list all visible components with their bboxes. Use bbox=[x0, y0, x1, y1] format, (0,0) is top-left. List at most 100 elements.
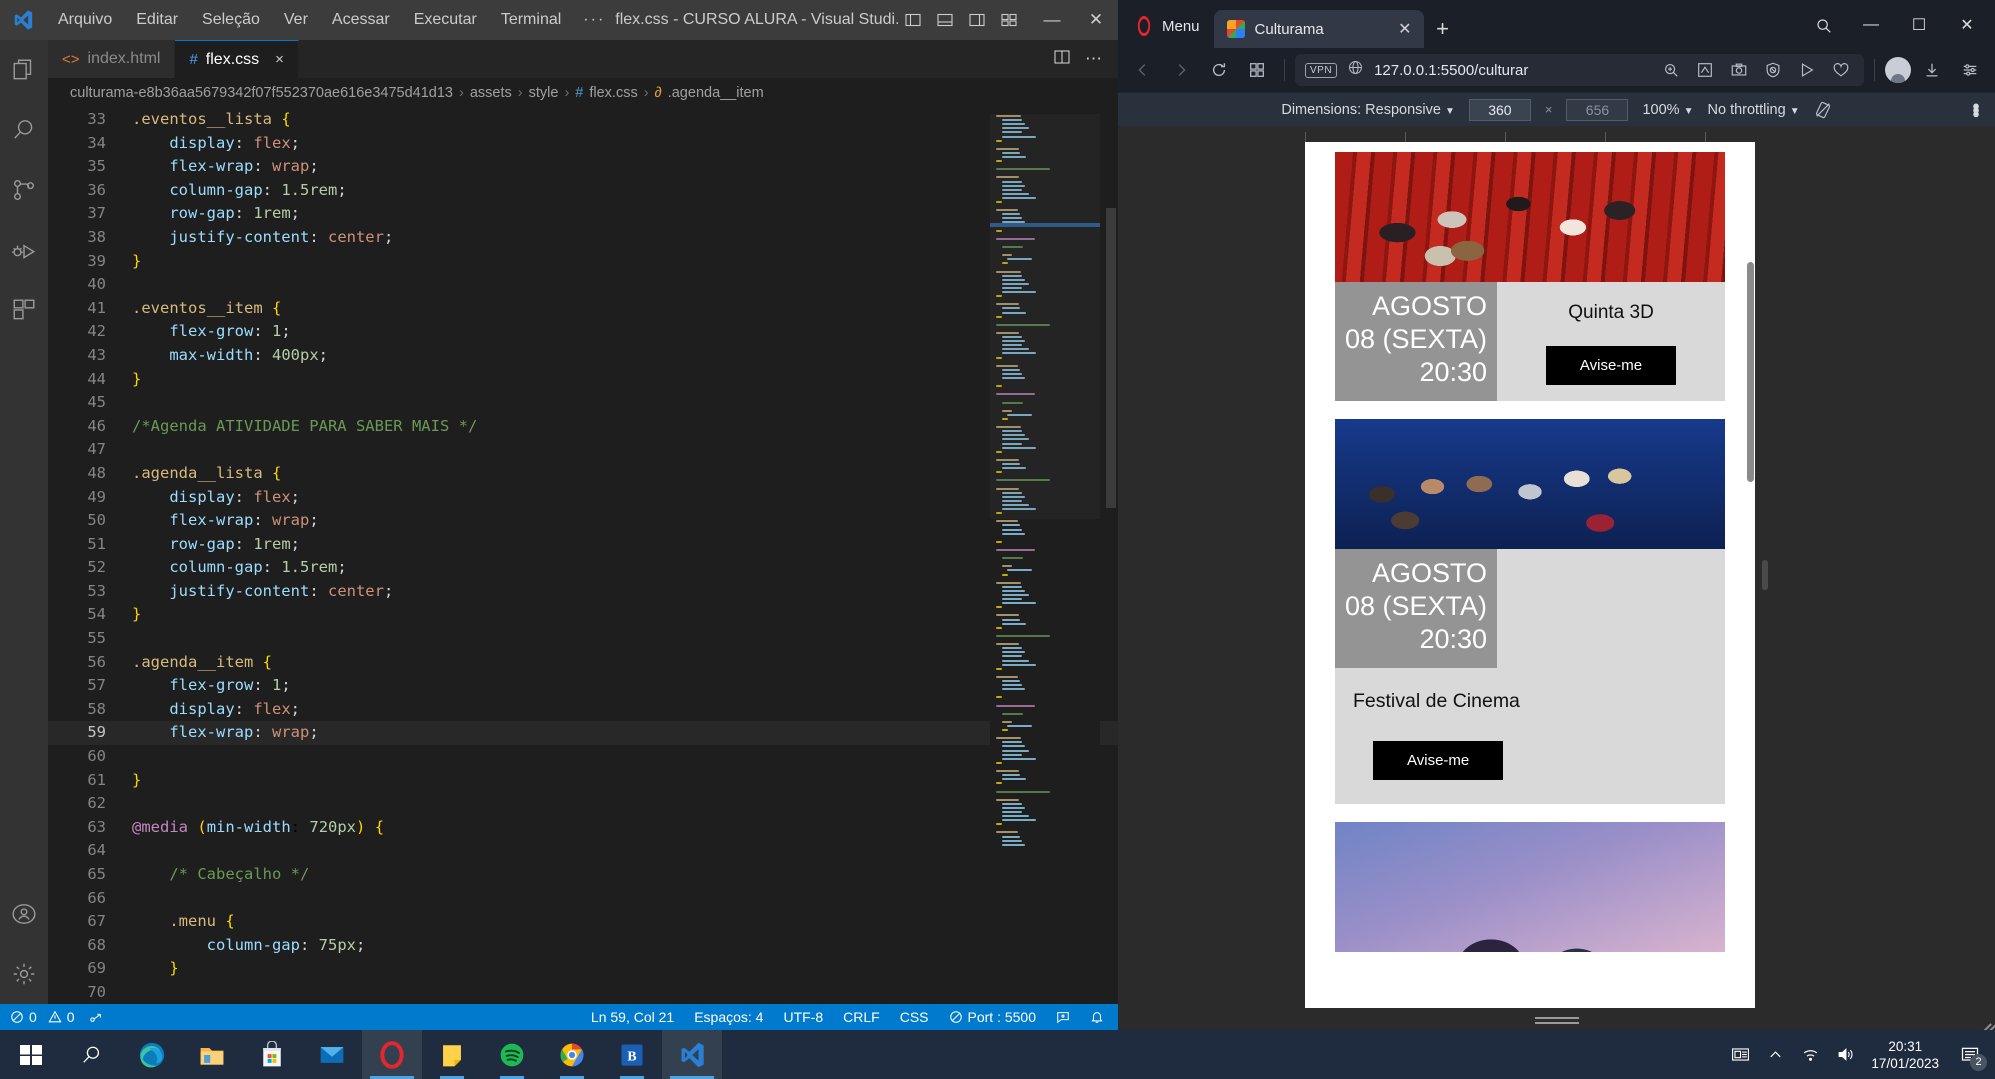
menu-arquivo[interactable]: Arquivo bbox=[46, 7, 124, 33]
code-line[interactable]: 64 bbox=[48, 839, 1118, 863]
taskbar-vscode-icon[interactable] bbox=[662, 1030, 722, 1079]
start-button[interactable] bbox=[0, 1030, 62, 1079]
menu-selecao[interactable]: Seleção bbox=[190, 7, 272, 33]
agenda-card[interactable]: AGOSTO 08 (SEXTA) 20:30 Festival de Cine… bbox=[1335, 418, 1725, 804]
code-line[interactable]: 59 flex-wrap: wrap; bbox=[48, 721, 1118, 746]
code-line[interactable]: 45 bbox=[48, 391, 1118, 415]
adblock-shield-icon[interactable] bbox=[1760, 54, 1786, 86]
menu-editar[interactable]: Editar bbox=[124, 7, 190, 33]
code-line[interactable]: 54} bbox=[48, 603, 1118, 627]
code-line[interactable]: 35 flex-wrap: wrap; bbox=[48, 155, 1118, 179]
viewport-height-input[interactable]: 656 bbox=[1566, 98, 1629, 121]
problems-status[interactable]: 0 0 bbox=[10, 1009, 75, 1025]
notifications-bell-icon[interactable] bbox=[1090, 1010, 1104, 1024]
taskbar-edge-icon[interactable] bbox=[122, 1030, 182, 1079]
code-line[interactable]: 57 flex-grow: 1; bbox=[48, 674, 1118, 698]
breadcrumb-style[interactable]: style bbox=[529, 85, 559, 101]
code-line[interactable]: 70 bbox=[48, 981, 1118, 1004]
show-hidden-icons-chevron-icon[interactable] bbox=[1766, 1045, 1785, 1064]
menu-executar[interactable]: Executar bbox=[402, 7, 489, 33]
code-lines-container[interactable]: 33 .eventos__lista {34 display: flex; 35 f… bbox=[48, 108, 1118, 1004]
code-line[interactable]: 33 .eventos__lista { bbox=[48, 108, 1118, 132]
speed-dial-icon[interactable] bbox=[1240, 54, 1274, 86]
settings-gear-icon[interactable] bbox=[0, 944, 48, 1004]
reload-icon[interactable] bbox=[1202, 54, 1236, 86]
toggle-panel-icon[interactable] bbox=[930, 6, 960, 34]
taskbar-mail-icon[interactable] bbox=[302, 1030, 362, 1079]
code-line[interactable]: 60 bbox=[48, 745, 1118, 769]
language-mode-status[interactable]: CSS bbox=[900, 1009, 929, 1025]
action-center-icon[interactable]: 2 bbox=[1955, 1040, 1987, 1071]
viewport-width-input[interactable]: 360 bbox=[1468, 98, 1531, 121]
code-line[interactable]: 46 /*Agenda ATIVIDADE PARA SABER MAIS */ bbox=[48, 415, 1118, 439]
indentation-status[interactable]: Espaços: 4 bbox=[694, 1009, 763, 1025]
browser-maximize-button[interactable]: ☐ bbox=[1897, 8, 1941, 42]
breadcrumb-file[interactable]: flex.css bbox=[589, 85, 637, 101]
code-line[interactable]: 34 display: flex; bbox=[48, 132, 1118, 156]
code-line[interactable]: 44} bbox=[48, 368, 1118, 392]
agenda-card[interactable]: AGOSTO 08 (SEXTA) 20:30 Quinta 3D Avise-… bbox=[1335, 152, 1725, 401]
code-line[interactable]: 52 column-gap: 1.5rem; bbox=[48, 556, 1118, 580]
editor-scrollbar-thumb[interactable] bbox=[1106, 208, 1116, 508]
code-line[interactable]: 37 row-gap: 1rem; bbox=[48, 202, 1118, 226]
avatar[interactable] bbox=[1885, 57, 1911, 83]
window-minimize-button[interactable]: — bbox=[1030, 0, 1074, 40]
minimap-slider[interactable] bbox=[990, 114, 1100, 519]
tab-index-html[interactable]: <> index.html bbox=[48, 40, 176, 78]
taskbar-microsoft-store-icon[interactable] bbox=[242, 1030, 302, 1079]
code-line[interactable]: 65 /* Cabeçalho */ bbox=[48, 863, 1118, 887]
code-line[interactable]: 68 column-gap: 75px; bbox=[48, 934, 1118, 958]
volume-icon[interactable] bbox=[1836, 1045, 1855, 1064]
zoom-dropdown[interactable]: 100% ▼ bbox=[1642, 102, 1693, 118]
player-icon[interactable] bbox=[1794, 54, 1820, 86]
code-line[interactable]: 69 } bbox=[48, 957, 1118, 981]
devtools-more-icon[interactable]: ● ● ● bbox=[1972, 99, 1981, 120]
breadcrumb-symbol[interactable]: .agenda__item bbox=[668, 85, 764, 101]
easy-setup-icon[interactable] bbox=[1953, 54, 1987, 86]
forward-icon[interactable] bbox=[1164, 54, 1198, 86]
menu-acessar[interactable]: Acessar bbox=[320, 7, 402, 33]
code-line[interactable]: 49 display: flex; bbox=[48, 486, 1118, 510]
code-line[interactable]: 50 flex-wrap: wrap; bbox=[48, 509, 1118, 533]
editor-scrollbar[interactable] bbox=[1104, 108, 1118, 1004]
code-line[interactable]: 47 bbox=[48, 438, 1118, 462]
address-bar[interactable]: VPN 127.0.0.1:5500/culturar bbox=[1295, 54, 1864, 86]
code-line[interactable]: 53 justify-content: center; bbox=[48, 580, 1118, 604]
viewport-bottom-handle[interactable] bbox=[1534, 1014, 1579, 1024]
code-line[interactable]: 39} bbox=[48, 250, 1118, 274]
snapshot-icon[interactable] bbox=[1692, 54, 1718, 86]
viewport-resize-handle[interactable] bbox=[1762, 559, 1768, 590]
code-line[interactable]: 58 display: flex; bbox=[48, 698, 1118, 722]
menu-terminal[interactable]: Terminal bbox=[489, 7, 573, 33]
url-text[interactable]: 127.0.0.1:5500/culturar bbox=[1374, 62, 1648, 79]
tab-close-icon[interactable]: ✕ bbox=[1398, 19, 1411, 39]
eol-status[interactable]: CRLF bbox=[843, 1009, 880, 1025]
search-icon[interactable] bbox=[0, 100, 48, 160]
taskbar-chrome-icon[interactable] bbox=[542, 1030, 602, 1079]
dimensions-dropdown[interactable]: Dimensions: Responsive ▼ bbox=[1281, 102, 1455, 118]
taskbar-spotify-icon[interactable] bbox=[482, 1030, 542, 1079]
opera-menu-button[interactable]: Menu bbox=[1124, 16, 1214, 48]
rendered-page-viewport[interactable]: AGOSTO 08 (SEXTA) 20:30 Quinta 3D Avise-… bbox=[1305, 142, 1755, 1008]
notify-me-button[interactable]: Avise-me bbox=[1545, 346, 1677, 385]
code-line[interactable]: 66 bbox=[48, 887, 1118, 911]
run-and-debug-icon[interactable] bbox=[0, 220, 48, 280]
extensions-icon[interactable] bbox=[0, 280, 48, 340]
code-line[interactable]: 51 row-gap: 1rem; bbox=[48, 533, 1118, 557]
viewport-corner-resize-icon[interactable] bbox=[1973, 1008, 1995, 1036]
code-line[interactable]: 36 column-gap: 1.5rem; bbox=[48, 179, 1118, 203]
source-control-icon[interactable] bbox=[0, 160, 48, 220]
page-scrollbar-thumb[interactable] bbox=[1747, 262, 1754, 482]
explorer-icon[interactable] bbox=[0, 40, 48, 100]
code-line[interactable]: 40 bbox=[48, 273, 1118, 297]
code-line[interactable]: 48 .agenda__lista { bbox=[48, 462, 1118, 486]
code-line[interactable]: 55 bbox=[48, 627, 1118, 651]
taskbar-opera-icon[interactable] bbox=[362, 1030, 422, 1079]
tab-flex-css[interactable]: # flex.css × bbox=[175, 40, 299, 78]
camera-icon[interactable] bbox=[1726, 54, 1752, 86]
live-server-port-status[interactable]: Port : 5500 bbox=[949, 1009, 1036, 1025]
browser-tab-culturama[interactable]: Culturama ✕ bbox=[1213, 10, 1424, 48]
code-line[interactable]: 41 .eventos__item { bbox=[48, 297, 1118, 321]
toggle-primary-sidebar-icon[interactable] bbox=[898, 6, 928, 34]
editor-minimap[interactable] bbox=[990, 108, 1100, 1004]
